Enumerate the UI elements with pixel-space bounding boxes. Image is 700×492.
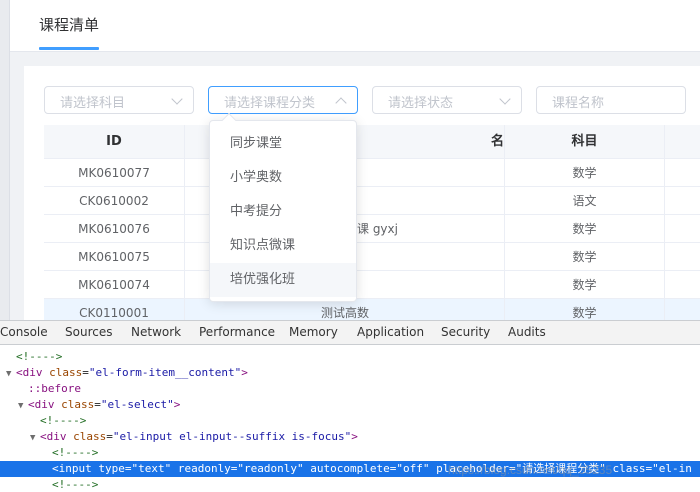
- devtools-tab-console[interactable]: Console: [0, 325, 48, 339]
- cell-id: CK0610002: [44, 187, 185, 215]
- dom-attr-value: "el-form-item__content": [88, 366, 242, 379]
- dom-comment: <!---->: [40, 414, 87, 427]
- cell-id: MK0610077: [44, 159, 185, 187]
- devtools-tab-performance[interactable]: Performance: [199, 325, 275, 339]
- dom-tag-close: >: [241, 366, 248, 379]
- cell-extra: [665, 215, 700, 243]
- cell-subject: 语文: [505, 187, 665, 215]
- devtools-tab-application[interactable]: Application: [357, 325, 424, 339]
- page-header: 课程清单: [0, 0, 700, 52]
- watermark: https://blog.csdn.net/qq_35235: [448, 463, 613, 477]
- dom-tag-close: >: [351, 430, 358, 443]
- column-header-id[interactable]: ID: [44, 125, 185, 159]
- table-header: ID 名 科目: [44, 125, 700, 159]
- dom-node[interactable]: <!---->: [0, 445, 700, 461]
- sidebar-edge: [0, 0, 10, 320]
- cell-subject: 数学: [505, 215, 665, 243]
- devtools-panel: Console Sources Network Performance Memo…: [0, 320, 700, 492]
- expand-triangle-icon[interactable]: ▼: [6, 366, 16, 382]
- dropdown-option-sync-class[interactable]: 同步课堂: [210, 127, 356, 161]
- dom-attr-value: "el-select": [100, 398, 174, 411]
- cell-extra: [665, 187, 700, 215]
- dom-attr-value: "el-input el-input--suffix is-focus": [112, 430, 352, 443]
- dom-tag: <div: [40, 430, 74, 443]
- cell-extra: [665, 271, 700, 299]
- table-row[interactable]: CK0610002 xy 语文: [44, 187, 700, 215]
- subject-select-placeholder: 请选择科目: [60, 96, 126, 111]
- course-name-placeholder: 课程名称: [552, 96, 605, 111]
- category-dropdown: 同步课堂 小学奥数 中考提分 知识点微课 培优强化班: [209, 112, 357, 302]
- category-select[interactable]: 请选择课程分类: [208, 86, 358, 114]
- dom-attr: class: [73, 430, 107, 443]
- dom-attr: class: [49, 366, 83, 379]
- expand-triangle-icon[interactable]: ▼: [30, 430, 40, 446]
- course-table: ID 名 科目 MK0610077 xy 数学 CK0610002 xy 语文 …: [44, 125, 700, 327]
- chevron-down-icon: [171, 93, 183, 105]
- cell-subject: 数学: [505, 243, 665, 271]
- cell-id: MK0610076: [44, 215, 185, 243]
- dom-comment: <!---->: [16, 350, 63, 363]
- devtools-tab-sources[interactable]: Sources: [65, 325, 112, 339]
- devtools-tab-security[interactable]: Security: [441, 325, 490, 339]
- dropdown-option-advanced-class[interactable]: 培优强化班: [210, 263, 356, 297]
- dom-pseudo: ::before: [28, 382, 81, 395]
- chevron-down-icon: [499, 93, 511, 105]
- column-header-subject[interactable]: 科目: [505, 125, 665, 159]
- tab-course-list[interactable]: 课程清单: [39, 14, 99, 35]
- chevron-up-icon: [335, 97, 347, 109]
- table-row[interactable]: MK0610074 zxy 数学: [44, 271, 700, 299]
- dropdown-option-exam-boost[interactable]: 中考提分: [210, 195, 356, 229]
- dom-node[interactable]: ::before: [0, 381, 700, 397]
- category-select-placeholder: 请选择课程分类: [224, 96, 316, 111]
- course-name-input[interactable]: 课程名称: [536, 86, 686, 114]
- dom-attr: class: [61, 398, 95, 411]
- dom-tag: <div: [28, 398, 62, 411]
- status-select[interactable]: 请选择状态: [372, 86, 522, 114]
- status-select-placeholder: 请选择状态: [388, 96, 454, 111]
- cell-extra: [665, 243, 700, 271]
- dom-tag-close: >: [173, 398, 181, 411]
- active-tab-indicator: [39, 47, 99, 50]
- subject-select[interactable]: 请选择科目: [44, 86, 194, 114]
- cell-subject: 数学: [505, 159, 665, 187]
- dom-node[interactable]: ▼ <div class="el-input el-input--suffix i…: [0, 429, 700, 445]
- dom-comment: <!---->: [52, 446, 99, 459]
- dom-node[interactable]: <!---->: [0, 349, 700, 365]
- dom-tag: <div: [16, 366, 50, 379]
- cell-id: MK0610074: [44, 271, 185, 299]
- dom-node[interactable]: ▼ <div class="el-select">: [0, 397, 700, 413]
- dom-node[interactable]: ▼ <div class="el-form-item__content">: [0, 365, 700, 381]
- table-row[interactable]: MK0610075 xy 数学: [44, 243, 700, 271]
- devtools-tab-memory[interactable]: Memory: [289, 325, 338, 339]
- column-header-extra: [665, 125, 700, 159]
- cell-id: MK0610075: [44, 243, 185, 271]
- dropdown-option-micro-lessons[interactable]: 知识点微课: [210, 229, 356, 263]
- devtools-tab-audits[interactable]: Audits: [508, 325, 546, 339]
- devtools-tab-network[interactable]: Network: [131, 325, 181, 339]
- cell-extra: [665, 159, 700, 187]
- expand-triangle-icon[interactable]: ▼: [18, 398, 28, 414]
- cell-subject: 数学: [505, 271, 665, 299]
- dom-comment: <!---->: [52, 478, 99, 491]
- table-row[interactable]: MK0610077 xy 数学: [44, 159, 700, 187]
- dom-node[interactable]: <!---->: [0, 477, 700, 492]
- devtools-tabbar: Console Sources Network Performance Memo…: [0, 321, 700, 345]
- table-row[interactable]: MK0610076 试高数课 gyxj 数学: [44, 215, 700, 243]
- dropdown-option-primary-olympiad[interactable]: 小学奥数: [210, 161, 356, 195]
- dom-node[interactable]: <!---->: [0, 413, 700, 429]
